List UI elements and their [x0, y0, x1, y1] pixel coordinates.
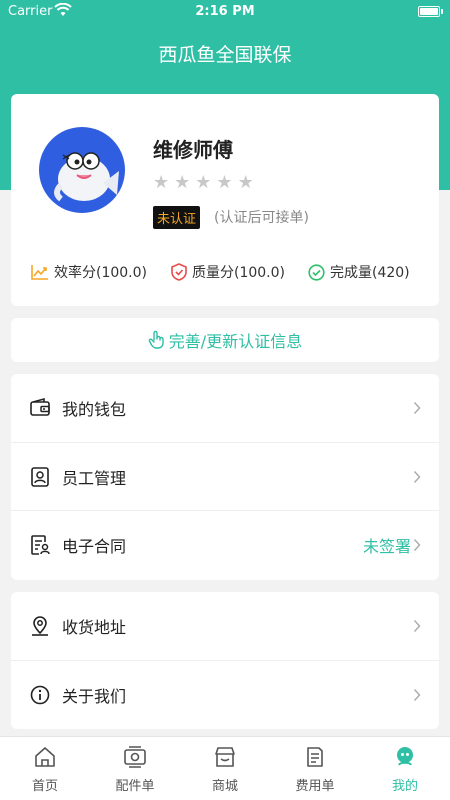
chevron-right-icon	[413, 689, 421, 701]
tab-label: 首页	[31, 779, 58, 794]
menu-item-label: 电子合同	[62, 536, 127, 556]
tab-mine[interactable]: 我的	[360, 737, 450, 800]
menu-item-employee-management[interactable]: 员工管理	[11, 442, 439, 510]
metric-efficiency: 效率分(100.0)	[31, 262, 147, 282]
chart-icon	[31, 265, 48, 280]
store-icon	[215, 747, 235, 767]
metrics-row: 效率分(100.0) 质量分(100.0) 完成量(420)	[11, 262, 439, 286]
tab-label: 配件单	[115, 779, 155, 794]
star-icon: ★	[195, 172, 212, 193]
menu-group-account: 我的钱包 员工管理 电子合同 未签署	[11, 374, 439, 580]
shield-icon	[171, 263, 187, 281]
avatar[interactable]	[39, 127, 125, 213]
status-bar: Carrier 2:16 PM	[0, 0, 450, 24]
chevron-right-icon	[413, 471, 421, 483]
star-icon: ★	[153, 172, 170, 193]
chevron-right-icon	[413, 620, 421, 632]
profile-card: 维修师傅 ★ ★ ★ ★ ★ 未认证 (认证后可接单) 效率分(100.0) 质量分(1…	[11, 94, 439, 306]
menu-item-label: 员工管理	[62, 468, 127, 488]
metric-quality: 质量分(100.0)	[171, 262, 285, 282]
contract-status: 未签署	[362, 536, 411, 556]
menu-item-label: 我的钱包	[62, 400, 127, 419]
battery-tip	[441, 9, 443, 14]
menu-item-about-us[interactable]: 关于我们	[11, 660, 439, 728]
clock: 2:16 PM	[195, 4, 255, 19]
menu-item-label: 关于我们	[62, 686, 127, 706]
certification-badge: 未认证	[153, 206, 201, 229]
home-icon	[35, 747, 55, 767]
tab-label: 费用单	[295, 779, 335, 794]
menu-item-shipping-address[interactable]: 收货地址	[11, 592, 439, 660]
certification-note: (认证后可接单)	[214, 210, 309, 226]
check-circle-icon	[308, 263, 325, 281]
menu-group-other: 收货地址 关于我们	[11, 592, 439, 729]
chevron-right-icon	[413, 402, 421, 414]
tab-label: 我的	[391, 779, 418, 794]
location-icon	[29, 615, 51, 637]
star-icon: ★	[174, 172, 191, 193]
star-icon: ★	[237, 172, 254, 193]
metric-efficiency-label: 效率分(100.0)	[54, 265, 148, 281]
menu-item-wallet[interactable]: 我的钱包	[11, 374, 439, 442]
tap-hand-icon	[148, 330, 164, 349]
rating-stars: ★ ★ ★ ★ ★	[153, 173, 259, 192]
wallet-icon	[29, 397, 51, 419]
info-icon	[29, 684, 51, 706]
profile-icon	[397, 747, 413, 766]
tab-bills[interactable]: 费用单	[270, 737, 360, 800]
tab-label: 商城	[211, 779, 238, 794]
chevron-right-icon	[413, 539, 421, 551]
tab-store[interactable]: 商城	[180, 737, 270, 800]
tab-home[interactable]: 首页	[0, 737, 90, 800]
metric-completed: 完成量(420)	[308, 262, 410, 282]
update-certification-button[interactable]: 完善/更新认证信息	[11, 318, 439, 362]
battery-icon	[418, 6, 440, 17]
menu-item-label: 收货地址	[62, 618, 127, 637]
parts-order-icon	[124, 746, 146, 768]
metric-completed-label: 完成量(420)	[330, 265, 410, 281]
bill-icon	[307, 747, 323, 767]
bottom-tab-bar: 首页 配件单 商城 费用单 我的	[0, 736, 450, 800]
page-title: 西瓜鱼全国联保	[158, 44, 292, 66]
menu-item-e-contract[interactable]: 电子合同 未签署	[11, 510, 439, 578]
contract-icon	[29, 534, 51, 556]
metric-quality-label: 质量分(100.0)	[192, 265, 286, 281]
tab-parts-order[interactable]: 配件单	[90, 737, 180, 800]
star-icon: ★	[216, 172, 233, 193]
employee-icon	[29, 466, 51, 488]
update-certification-label: 完善/更新认证信息	[168, 332, 303, 351]
user-name: 维修师傅	[153, 138, 233, 162]
